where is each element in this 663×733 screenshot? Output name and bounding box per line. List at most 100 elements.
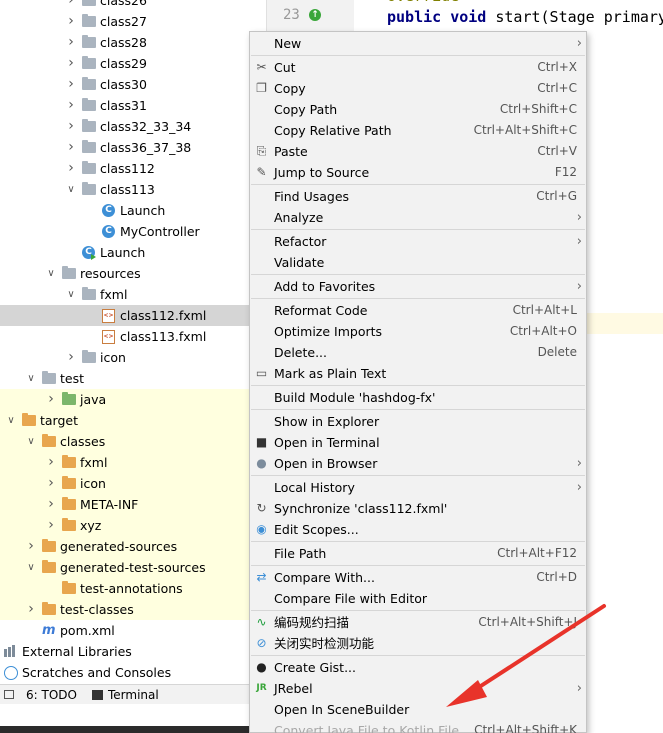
chevron-down-icon[interactable]: ∨ [66, 284, 76, 305]
menu-item-paste[interactable]: ⎘ Paste Ctrl+V [250, 141, 586, 162]
tree-row[interactable]: C MyController [0, 221, 249, 242]
chevron-down-icon[interactable]: ∨ [46, 263, 56, 284]
chevron-right-icon[interactable]: › [66, 137, 76, 158]
override-marker-icon[interactable]: ↑ [309, 9, 321, 21]
menu-item-label: New [274, 36, 302, 51]
tree-row[interactable]: m pom.xml [0, 620, 249, 641]
tree-row[interactable]: <> class113.fxml [0, 326, 249, 347]
chevron-right-icon[interactable]: › [66, 0, 76, 11]
chevron-down-icon[interactable]: ∨ [26, 431, 36, 452]
menu-item-jump-to-source[interactable]: ✎ Jump to Source F12 [250, 162, 586, 183]
menu-item-show-in-explorer[interactable]: Show in Explorer [250, 411, 586, 432]
tree-row[interactable]: › META-INF [0, 494, 249, 515]
menu-item-compare-file-with-editor[interactable]: Compare File with Editor [250, 588, 586, 609]
menu-item-reformat-code[interactable]: Reformat Code Ctrl+Alt+L [250, 300, 586, 321]
chevron-right-icon[interactable]: › [66, 347, 76, 368]
menu-item-build-module-hashdog-fx[interactable]: Build Module 'hashdog-fx' [250, 387, 586, 408]
terminal-tab[interactable]: Terminal [108, 685, 159, 705]
menu-item-synchronize-class112-fxml[interactable]: ↻ Synchronize 'class112.fxml' [250, 498, 586, 519]
chevron-down-icon[interactable]: ∨ [6, 410, 16, 431]
menu-item-open-in-browser[interactable]: ● Open in Browser › [250, 453, 586, 474]
tree-row[interactable]: › class32_33_34 [0, 116, 249, 137]
menu-item-open-in-terminal[interactable]: ■ Open in Terminal [250, 432, 586, 453]
chevron-right-icon[interactable]: › [66, 116, 76, 137]
tree-row[interactable]: test-annotations [0, 578, 249, 599]
menu-item-edit-scopes[interactable]: ◉ Edit Scopes... [250, 519, 586, 540]
chevron-right-icon[interactable]: › [66, 158, 76, 179]
chevron-down-icon[interactable]: ∨ [26, 368, 36, 389]
chevron-right-icon[interactable]: › [46, 389, 56, 410]
menu-item-item-37[interactable]: ∿ 编码规约扫描 Ctrl+Alt+Shift+J [250, 612, 586, 633]
tree-row[interactable]: ∨ resources [0, 263, 249, 284]
context-menu[interactable]: New › ✂ Cut Ctrl+X ❐ Copy Ctrl+C Copy Path Ctrl+S… [249, 31, 587, 733]
project-tree[interactable]: › class26 › class27 › class28 › class29 › class30… [0, 0, 249, 684]
menu-separator [251, 55, 585, 56]
tree-row[interactable]: › class30 [0, 74, 249, 95]
chevron-right-icon[interactable]: › [66, 74, 76, 95]
menu-item-copy[interactable]: ❐ Copy Ctrl+C [250, 78, 586, 99]
tree-row[interactable]: › test-classes [0, 599, 249, 620]
chevron-right-icon[interactable]: › [46, 473, 56, 494]
menu-item-local-history[interactable]: Local History › [250, 477, 586, 498]
menu-item-open-in-scenebuilder[interactable]: Open In SceneBuilder [250, 699, 586, 720]
tree-row[interactable]: ∨ test [0, 368, 249, 389]
panel-toggle-icon[interactable] [4, 690, 14, 699]
tree-row[interactable]: › class26 [0, 0, 249, 11]
menu-item-mark-as-plain-text[interactable]: ▭ Mark as Plain Text [250, 363, 586, 384]
chevron-down-icon[interactable]: ∨ [26, 557, 36, 578]
menu-item-add-to-favorites[interactable]: Add to Favorites › [250, 276, 586, 297]
menu-item-find-usages[interactable]: Find Usages Ctrl+G [250, 186, 586, 207]
tree-row[interactable]: › class112 [0, 158, 249, 179]
tree-row[interactable]: ›External Libraries [0, 641, 249, 662]
tree-row[interactable]: › class28 [0, 32, 249, 53]
menu-item-delete[interactable]: Delete... Delete [250, 342, 586, 363]
chevron-right-icon[interactable]: › [66, 95, 76, 116]
folder-icon [62, 476, 76, 489]
menu-item-convert-java-file-to-kotlin-file[interactable]: Convert Java File to Kotlin File Ctrl+Alt… [250, 720, 586, 733]
tree-row[interactable]: › icon [0, 473, 249, 494]
tree-row[interactable]: › icon [0, 347, 249, 368]
tree-row[interactable]: ∨ generated-test-sources [0, 557, 249, 578]
tree-row[interactable]: ∨ class113 [0, 179, 249, 200]
todo-tab[interactable]: 6: TODO [26, 685, 77, 705]
chevron-right-icon[interactable]: › [26, 536, 36, 557]
menu-item-new[interactable]: New › [250, 33, 586, 54]
tree-row[interactable]: › generated-sources [0, 536, 249, 557]
tree-row[interactable]: <> class112.fxml [0, 305, 249, 326]
menu-item-analyze[interactable]: Analyze › [250, 207, 586, 228]
menu-item-file-path[interactable]: File Path Ctrl+Alt+F12 [250, 543, 586, 564]
tree-row[interactable]: ∨ target [0, 410, 249, 431]
tree-row-label: class113 [100, 182, 155, 197]
chevron-right-icon[interactable]: › [46, 515, 56, 536]
tree-row[interactable]: › fxml [0, 452, 249, 473]
tree-row[interactable]: ∨ fxml [0, 284, 249, 305]
menu-item-validate[interactable]: Validate [250, 252, 586, 273]
tree-row[interactable]: › class29 [0, 53, 249, 74]
tree-row[interactable]: › class36_37_38 [0, 137, 249, 158]
menu-item-create-gist[interactable]: ● Create Gist... [250, 657, 586, 678]
tree-row[interactable]: C Launch [0, 200, 249, 221]
chevron-right-icon[interactable]: › [26, 599, 36, 620]
menu-item-compare-with[interactable]: ⇄ Compare With... Ctrl+D [250, 567, 586, 588]
chevron-right-icon[interactable]: › [66, 32, 76, 53]
tree-row[interactable]: › class31 [0, 95, 249, 116]
tree-row[interactable]: C Launch [0, 242, 249, 263]
menu-item-optimize-imports[interactable]: Optimize Imports Ctrl+Alt+O [250, 321, 586, 342]
menu-item-copy-relative-path[interactable]: Copy Relative Path Ctrl+Alt+Shift+C [250, 120, 586, 141]
menu-item-jrebel[interactable]: JR JRebel › [250, 678, 586, 699]
tree-row[interactable]: ∨ classes [0, 431, 249, 452]
menu-item-copy-path[interactable]: Copy Path Ctrl+Shift+C [250, 99, 586, 120]
chevron-right-icon[interactable]: › [46, 494, 56, 515]
menu-item-item-38[interactable]: ⊘ 关闭实时检测功能 [250, 633, 586, 654]
tree-row[interactable]: › class27 [0, 11, 249, 32]
chevron-right-icon[interactable]: › [66, 11, 76, 32]
folder-icon [82, 161, 96, 174]
chevron-right-icon[interactable]: › [46, 452, 56, 473]
chevron-right-icon[interactable]: › [66, 53, 76, 74]
menu-item-refactor[interactable]: Refactor › [250, 231, 586, 252]
menu-item-cut[interactable]: ✂ Cut Ctrl+X [250, 57, 586, 78]
tree-row[interactable]: › java [0, 389, 249, 410]
chevron-down-icon[interactable]: ∨ [66, 179, 76, 200]
tree-row[interactable]: › xyz [0, 515, 249, 536]
tree-row[interactable]: Scratches and Consoles [0, 662, 249, 683]
